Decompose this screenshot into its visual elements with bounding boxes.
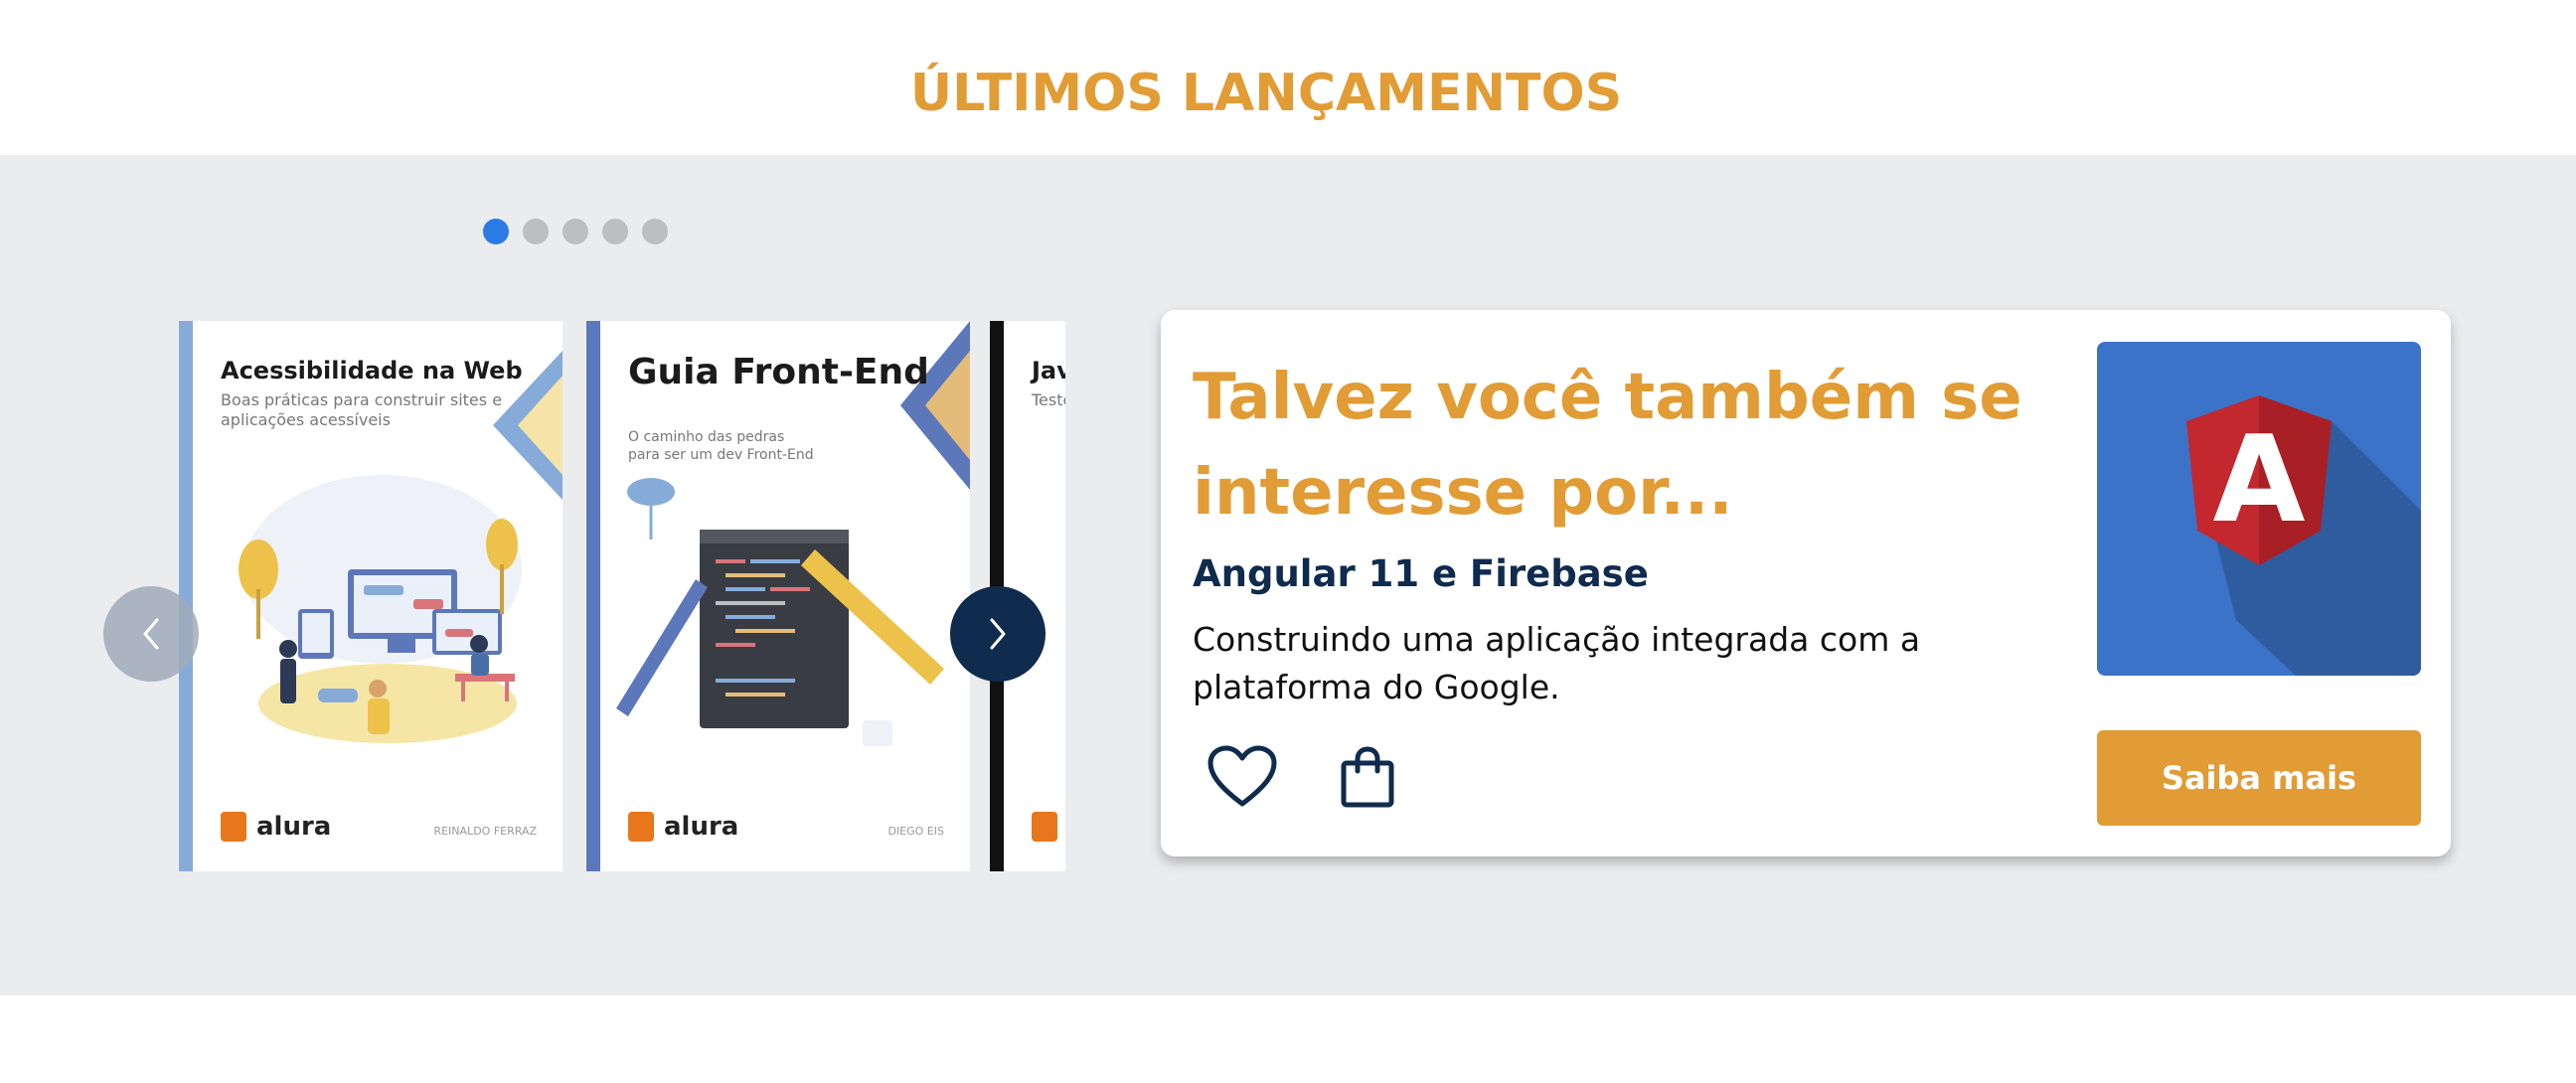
carousel-dot-4[interactable]	[602, 219, 628, 244]
book-author: REINALDO FERRAZ	[433, 825, 537, 838]
recommended-book-thumbnail[interactable]: A	[2097, 342, 2421, 676]
add-to-cart-button[interactable]	[1328, 737, 1407, 817]
book-author: DIEGO EIS	[887, 825, 944, 838]
carousel-prev-button[interactable]	[103, 586, 199, 682]
carousel-next-button[interactable]	[950, 586, 1046, 682]
angular-letter: A	[2213, 411, 2306, 549]
heart-icon	[1208, 745, 1277, 807]
recommended-book-description: Construindo uma aplicação integrada com …	[1193, 620, 1921, 706]
book-subtitle: O caminho das pedras para ser um dev Fro…	[628, 429, 814, 463]
angular-logo-icon: A	[2186, 395, 2421, 676]
chevron-right-icon	[990, 618, 1006, 650]
publisher-brand: alura	[628, 812, 738, 842]
publisher-brand: alura	[221, 812, 331, 842]
carousel-dot-3[interactable]	[563, 219, 588, 244]
book-cover-guia-front-end[interactable]: Guia Front-End O caminho das pedras para…	[586, 321, 970, 871]
book-cover-acessibilidade[interactable]: Acessibilidade na Web Boas práticas para…	[179, 321, 563, 871]
book-subtitle: Boas práticas para construir sites e apl…	[221, 390, 503, 429]
casa-do-codigo-logo	[1032, 812, 1057, 842]
book-title: Acessibilidade na Web	[221, 357, 523, 385]
shopping-bag-icon	[1341, 746, 1394, 808]
favorite-button[interactable]	[1203, 737, 1282, 817]
saiba-mais-button[interactable]: Saiba mais	[2097, 730, 2421, 826]
casa-do-codigo-logo	[628, 812, 654, 842]
recommendation-heading: Talvez você também se interesse por...	[1193, 361, 2022, 530]
carousel-dot-2[interactable]	[523, 219, 549, 244]
carousel-dot-1[interactable]	[483, 219, 509, 244]
publisher-brand	[1032, 812, 1057, 842]
carousel-dot-5[interactable]	[642, 219, 668, 244]
recommended-book-title[interactable]: Angular 11 e Firebase	[1193, 552, 1649, 595]
code-editor-illustration	[616, 478, 944, 746]
recommendation-card: Talvez você também se interesse por... A…	[1161, 310, 2451, 856]
book-carousel: Acessibilidade na Web Boas práticas para…	[179, 321, 1065, 873]
book-title: Jav	[1032, 357, 1065, 385]
section-header: ÚLTIMOS LANÇAMENTOS	[0, 0, 2576, 155]
carousel-dots	[483, 219, 668, 246]
chevron-left-icon	[143, 618, 159, 650]
book-subtitle: Teste em to	[1032, 390, 1065, 409]
casa-do-codigo-logo	[221, 812, 246, 842]
section-title: ÚLTIMOS LANÇAMENTOS	[909, 64, 1623, 123]
accessibility-illustration	[239, 475, 522, 743]
book-title: Guia Front-End	[628, 352, 929, 392]
